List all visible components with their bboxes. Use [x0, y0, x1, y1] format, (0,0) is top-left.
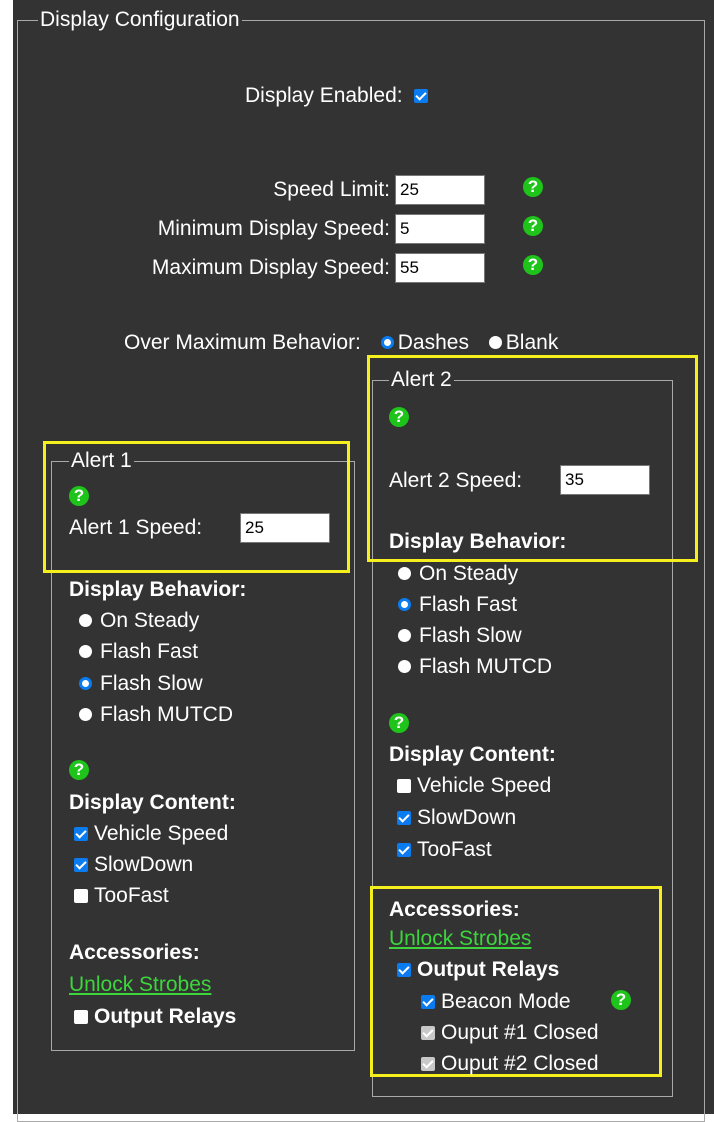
display-enabled-label: Display Enabled: — [245, 84, 403, 107]
alert2-beacon-mode-checkbox[interactable] — [421, 995, 435, 1009]
alert1-behavior-on-steady[interactable]: On Steady — [79, 609, 199, 633]
min-display-speed-label: Minimum Display Speed: — [157, 217, 390, 240]
alert2-content-vehicle-speed-label: Vehicle Speed — [417, 774, 552, 797]
alert2-content-help-icon[interactable]: ? — [389, 713, 409, 733]
alert1-content-vehicle-speed-checkbox[interactable] — [74, 827, 88, 841]
max-display-speed-label: Maximum Display Speed: — [151, 256, 390, 279]
max-display-speed-help-icon[interactable]: ? — [523, 255, 543, 275]
alert2-output2-closed-checkbox — [421, 1057, 435, 1071]
alert1-output-relays-checkbox[interactable] — [74, 1010, 88, 1024]
max-display-speed-input[interactable]: 55 — [395, 253, 485, 283]
over-max-blank-label[interactable]: Blank — [506, 331, 559, 354]
display-configuration-legend: Display Configuration — [38, 8, 242, 31]
alert1-behavior-flash-mutcd-radio[interactable] — [79, 708, 92, 721]
alert1-behavior-flash-fast-label: Flash Fast — [100, 640, 199, 663]
alert1-speed-input[interactable]: 25 — [240, 513, 330, 543]
alert2-behavior-on-steady-radio[interactable] — [398, 567, 411, 580]
speed-limit-help-icon[interactable]: ? — [523, 177, 543, 197]
alert1-content-toofast[interactable]: TooFast — [74, 884, 169, 908]
alert2-content-slowdown-label: SlowDown — [417, 806, 517, 829]
alert2-unlock-strobes-link[interactable]: Unlock Strobes — [389, 927, 531, 951]
alert1-unlock-strobes-link[interactable]: Unlock Strobes — [69, 973, 211, 997]
alert1-content-toofast-label: TooFast — [94, 884, 169, 907]
speed-limit-input[interactable]: 25 — [395, 175, 485, 205]
alert1-content-help-icon[interactable]: ? — [69, 760, 89, 780]
alert2-behavior-on-steady[interactable]: On Steady — [398, 562, 518, 586]
alert2-output1-closed-label: Ouput #1 Closed — [441, 1021, 599, 1044]
alert2-behavior-flash-fast-label: Flash Fast — [419, 593, 518, 616]
over-max-dashes-label[interactable]: Dashes — [398, 331, 469, 354]
speed-limit-label: Speed Limit: — [273, 178, 390, 201]
alert2-behavior-flash-mutcd[interactable]: Flash MUTCD — [398, 655, 552, 679]
alert2-output-relays[interactable]: Output Relays — [397, 958, 559, 982]
alert2-output1-closed-checkbox — [421, 1026, 435, 1040]
alert1-display-behavior-header: Display Behavior: — [69, 578, 247, 601]
alert2-content-vehicle-speed-checkbox[interactable] — [397, 779, 411, 793]
alert1-behavior-flash-mutcd[interactable]: Flash MUTCD — [79, 703, 233, 727]
alert2-beacon-mode-label: Beacon Mode — [441, 990, 571, 1013]
alert2-behavior-flash-mutcd-radio[interactable] — [398, 660, 411, 673]
alert2-behavior-flash-slow[interactable]: Flash Slow — [398, 624, 522, 648]
alert2-speed-label: Alert 2 Speed: — [389, 469, 523, 492]
alert2-accessories-header: Accessories: — [389, 898, 520, 921]
display-enabled-checkbox[interactable] — [414, 89, 429, 103]
alert2-output2-closed-label: Ouput #2 Closed — [441, 1052, 599, 1075]
over-max-dashes-radio[interactable] — [380, 336, 394, 349]
alert2-output2-closed: Ouput #2 Closed — [421, 1052, 599, 1076]
alert2-behavior-flash-fast-radio[interactable] — [398, 598, 411, 611]
alert1-content-slowdown-checkbox[interactable] — [74, 858, 88, 872]
alert2-behavior-flash-fast[interactable]: Flash Fast — [398, 593, 517, 617]
alert2-content-slowdown[interactable]: SlowDown — [397, 806, 516, 830]
alert1-output-relays-label: Output Relays — [94, 1005, 237, 1028]
alert2-content-slowdown-checkbox[interactable] — [397, 811, 411, 825]
alert1-speed-label: Alert 1 Speed: — [69, 516, 203, 539]
alert1-content-vehicle-speed[interactable]: Vehicle Speed — [74, 822, 228, 846]
min-display-speed-input[interactable]: 5 — [395, 214, 485, 244]
alert2-output-relays-label: Output Relays — [417, 958, 560, 981]
alert1-accessories-header: Accessories: — [69, 941, 200, 964]
alert1-output-relays[interactable]: Output Relays — [74, 1005, 236, 1029]
alert1-content-vehicle-speed-label: Vehicle Speed — [94, 822, 229, 845]
alert1-highlight — [43, 441, 350, 573]
over-max-blank-radio[interactable] — [488, 336, 502, 349]
alert2-display-behavior-header: Display Behavior: — [389, 530, 567, 553]
over-max-behavior-label: Over Maximum Behavior: — [124, 331, 361, 354]
alert1-behavior-flash-fast-radio[interactable] — [79, 645, 92, 658]
alert2-content-vehicle-speed[interactable]: Vehicle Speed — [397, 774, 551, 798]
alert1-help-icon[interactable]: ? — [69, 486, 89, 506]
alert1-content-toofast-checkbox[interactable] — [74, 889, 88, 903]
alert2-behavior-on-steady-label: On Steady — [419, 562, 519, 585]
alert2-output-relays-checkbox[interactable] — [397, 963, 411, 977]
alert2-content-toofast-checkbox[interactable] — [397, 843, 411, 857]
alert1-content-slowdown-label: SlowDown — [94, 853, 194, 876]
alert1-behavior-flash-slow[interactable]: Flash Slow — [79, 672, 203, 696]
over-max-behavior-row: Over Maximum Behavior: Dashes Blank — [124, 331, 558, 355]
alert2-beacon-mode[interactable]: Beacon Mode — [421, 990, 571, 1014]
alert2-behavior-flash-mutcd-label: Flash MUTCD — [419, 655, 553, 678]
alert2-help-icon[interactable]: ? — [389, 407, 409, 427]
alert1-behavior-flash-fast[interactable]: Flash Fast — [79, 640, 198, 664]
alert1-behavior-on-steady-label: On Steady — [100, 609, 200, 632]
alert1-behavior-flash-slow-label: Flash Slow — [100, 672, 203, 695]
alert1-behavior-flash-slow-radio[interactable] — [79, 677, 92, 690]
alert1-display-content-header: Display Content: — [69, 791, 236, 814]
alert1-behavior-on-steady-radio[interactable] — [79, 614, 92, 627]
alert2-output1-closed: Ouput #1 Closed — [421, 1021, 599, 1045]
alert2-speed-input[interactable]: 35 — [560, 465, 650, 495]
alert2-behavior-flash-slow-radio[interactable] — [398, 629, 411, 642]
min-display-speed-help-icon[interactable]: ? — [523, 216, 543, 236]
alert2-content-toofast-label: TooFast — [417, 838, 492, 861]
alert1-behavior-flash-mutcd-label: Flash MUTCD — [100, 703, 234, 726]
display-enabled-row: Display Enabled: — [245, 84, 429, 108]
alert2-behavior-flash-slow-label: Flash Slow — [419, 624, 522, 647]
alert2-display-content-header: Display Content: — [389, 743, 556, 766]
alert1-content-slowdown[interactable]: SlowDown — [74, 853, 193, 877]
alert2-content-toofast[interactable]: TooFast — [397, 838, 492, 862]
alert2-beacon-mode-help-icon[interactable]: ? — [611, 990, 631, 1010]
